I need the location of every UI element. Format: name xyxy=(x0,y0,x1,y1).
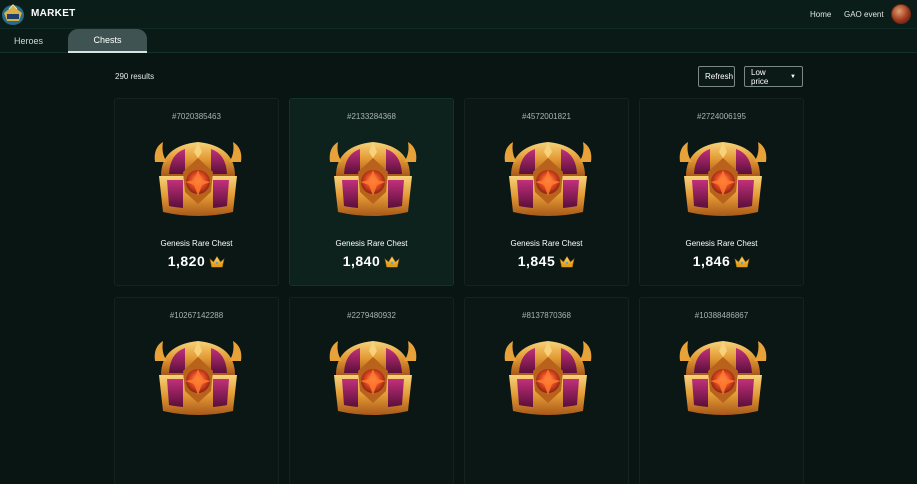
chest-card[interactable]: #2724006195 Genesis Rare Chest 1,846 xyxy=(639,98,804,286)
chest-price: 1,820 xyxy=(167,253,206,269)
tab-heroes[interactable]: Heroes xyxy=(0,29,57,53)
chest-name: Genesis Rare Chest xyxy=(335,239,408,248)
crown-icon xyxy=(559,255,575,268)
tab-chests[interactable]: Chests xyxy=(68,29,147,53)
app-title: MARKET xyxy=(31,8,76,19)
top-bar: MARKET Home GAO event xyxy=(0,0,917,29)
chest-icon xyxy=(678,335,768,419)
chest-price: 1,846 xyxy=(692,253,731,269)
nav-gao-event-link[interactable]: GAO event xyxy=(844,10,884,19)
chest-icon xyxy=(153,335,243,419)
chest-name: Genesis Rare Chest xyxy=(685,239,758,248)
chest-name: Genesis Rare Chest xyxy=(510,239,583,248)
chest-card[interactable]: #4572001821 Genesis Rare Chest 1,845 xyxy=(464,98,629,286)
chest-icon xyxy=(328,136,418,220)
chest-name: Genesis Rare Chest xyxy=(160,239,233,248)
chest-card[interactable]: #7020385463 Genesis Rare Chest 1,820 xyxy=(114,98,279,286)
chest-icon xyxy=(328,335,418,419)
chest-price: 1,840 xyxy=(342,253,381,269)
chest-icon xyxy=(503,136,593,220)
chest-card[interactable]: #10267142288 xyxy=(114,297,279,484)
chest-icon xyxy=(678,136,768,220)
caret-down-icon: ▼ xyxy=(790,73,796,80)
crown-icon xyxy=(734,255,750,268)
chest-id: #8137870368 xyxy=(522,311,571,320)
sort-selected-label: Low price xyxy=(751,67,769,86)
tab-bar: Heroes Chests xyxy=(0,29,917,53)
game-logo-icon[interactable] xyxy=(1,3,25,26)
price-row: 1,840 xyxy=(291,253,452,269)
nav-home-link[interactable]: Home xyxy=(810,10,831,19)
crown-icon xyxy=(209,255,225,268)
chest-icon xyxy=(503,335,593,419)
chest-id: #4572001821 xyxy=(522,112,571,121)
chest-id: #2279480932 xyxy=(347,311,396,320)
price-row: 1,820 xyxy=(116,253,277,269)
chest-price: 1,845 xyxy=(517,253,556,269)
chest-id: #10388486867 xyxy=(694,311,749,320)
chest-card[interactable]: #10388486867 xyxy=(639,297,804,484)
price-row: 1,846 xyxy=(641,253,802,269)
chest-id: #2133284368 xyxy=(347,112,396,121)
chest-card[interactable]: #8137870368 xyxy=(464,297,629,484)
chest-id: #2724006195 xyxy=(697,112,746,121)
results-count: 290 results xyxy=(115,72,155,81)
chest-card[interactable]: #2133284368 Genesis Rare Chest 1,840 xyxy=(289,98,454,286)
user-avatar[interactable] xyxy=(891,4,911,24)
sort-select[interactable]: Low price ▼ xyxy=(744,66,803,87)
chest-card[interactable]: #2279480932 xyxy=(289,297,454,484)
chest-id: #10267142288 xyxy=(169,311,224,320)
crown-icon xyxy=(384,255,400,268)
chest-id: #7020385463 xyxy=(172,112,221,121)
price-row: 1,845 xyxy=(466,253,627,269)
chest-icon xyxy=(153,136,243,220)
refresh-button[interactable]: Refresh xyxy=(698,66,735,87)
